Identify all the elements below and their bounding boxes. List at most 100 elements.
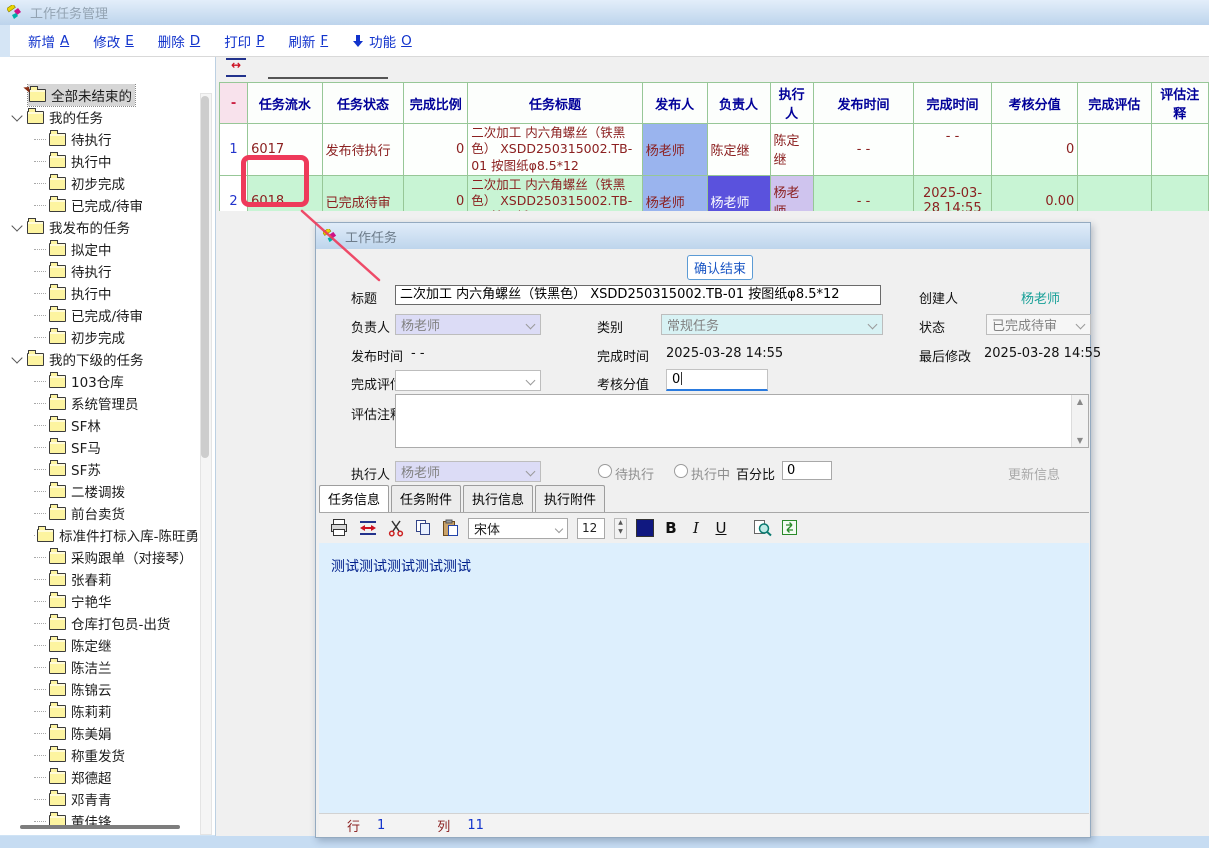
- tree-item[interactable]: 执行中: [2, 150, 202, 172]
- table-cell[interactable]: 杨老师: [707, 175, 770, 211]
- table-cell[interactable]: 2025-03-28 14:55: [914, 175, 992, 211]
- tab-task-info[interactable]: 任务信息: [319, 485, 389, 513]
- tree-item[interactable]: 103仓库: [2, 370, 202, 392]
- add-button[interactable]: 新增A: [28, 31, 69, 51]
- comment-textarea[interactable]: ▲ ▼: [395, 394, 1089, 448]
- tree-item[interactable]: 拟定中: [2, 238, 202, 260]
- textarea-scrollbar[interactable]: ▲ ▼: [1071, 395, 1088, 447]
- tree-item[interactable]: 邓青青: [2, 788, 202, 810]
- column-header[interactable]: 完成比例: [404, 83, 468, 124]
- tree-horizontal-scrollbar[interactable]: [6, 823, 198, 831]
- tree-item[interactable]: 仓库打包员-出货: [2, 612, 202, 634]
- italic-button[interactable]: I: [688, 519, 704, 537]
- title-input[interactable]: 二次加工 内六角螺丝（铁黑色） XSDD250315002.TB-01 按图纸φ…: [395, 285, 881, 305]
- bold-button[interactable]: B: [663, 519, 679, 537]
- table-cell[interactable]: 杨老师: [770, 175, 813, 211]
- scrollbar-thumb[interactable]: [201, 96, 209, 458]
- column-header[interactable]: 任务流水: [248, 83, 323, 124]
- step-up-icon[interactable]: ▲: [615, 519, 626, 529]
- scrollbar-thumb[interactable]: [20, 825, 180, 829]
- column-header[interactable]: 考核分值: [991, 83, 1077, 124]
- column-header[interactable]: 评估注释: [1151, 83, 1208, 124]
- scroll-down-icon[interactable]: ▼: [1072, 436, 1088, 445]
- table-cell[interactable]: 杨老师: [642, 124, 707, 176]
- cut-icon[interactable]: [387, 519, 405, 537]
- confirm-finish-button[interactable]: 确认结束: [687, 255, 753, 280]
- tree-item[interactable]: 待执行: [2, 128, 202, 150]
- tree-item[interactable]: 前台卖货: [2, 502, 202, 524]
- copy-icon[interactable]: [414, 519, 432, 537]
- tree-item[interactable]: 系统管理员: [2, 392, 202, 414]
- refresh-button[interactable]: 刷新F: [288, 31, 328, 51]
- running-radio[interactable]: [674, 464, 688, 478]
- table-cell[interactable]: [1151, 124, 1208, 176]
- tree-item[interactable]: 宁艳华: [2, 590, 202, 612]
- print-icon[interactable]: [329, 519, 349, 537]
- tree-item[interactable]: 我发布的任务: [2, 216, 202, 238]
- table-cell[interactable]: 杨老师: [642, 175, 707, 211]
- step-down-icon[interactable]: ▼: [615, 528, 626, 538]
- tree-item[interactable]: 郑德超: [2, 766, 202, 788]
- table-cell[interactable]: 0.00: [991, 175, 1077, 211]
- column-header[interactable]: 任务状态: [322, 83, 404, 124]
- chevron-down-icon[interactable]: [8, 354, 26, 365]
- table-cell[interactable]: 二次加工 内六角螺丝（铁黑色） XSDD250315002.TB-01 按图纸φ…: [468, 175, 643, 211]
- font-size-input[interactable]: 12: [577, 518, 605, 539]
- font-family-combobox[interactable]: 宋体: [468, 518, 568, 539]
- preview-search-icon[interactable]: [752, 519, 772, 537]
- table-cell[interactable]: 陈定继: [770, 124, 813, 176]
- update-info-button[interactable]: 更新信息: [1008, 464, 1060, 483]
- table-cell[interactable]: 0: [991, 124, 1077, 176]
- column-header[interactable]: 负责人: [707, 83, 770, 124]
- column-header[interactable]: 发布时间: [813, 83, 913, 124]
- tree-item[interactable]: SF马: [2, 436, 202, 458]
- score-input[interactable]: 0: [666, 369, 768, 391]
- task-content-editor[interactable]: 测试测试测试测试测试: [319, 543, 1089, 813]
- status-combobox[interactable]: 已完成待审: [986, 314, 1091, 335]
- print-button[interactable]: 打印P: [224, 31, 264, 51]
- tree-item[interactable]: 陈洁兰: [2, 656, 202, 678]
- table-cell[interactable]: [1078, 124, 1151, 176]
- underline-button[interactable]: U: [713, 519, 729, 537]
- table-cell[interactable]: [1078, 175, 1151, 211]
- evaluation-combobox[interactable]: [395, 370, 541, 391]
- tree-item[interactable]: 采购跟单（对接琴）: [2, 546, 202, 568]
- tree-vertical-scrollbar[interactable]: [200, 93, 212, 835]
- tree-item[interactable]: 陈锦云: [2, 678, 202, 700]
- column-header[interactable]: 执行人: [770, 83, 813, 124]
- margin-arrows-icon[interactable]: [358, 520, 378, 536]
- chevron-down-icon[interactable]: [8, 112, 26, 123]
- pending-radio[interactable]: [598, 464, 612, 478]
- scroll-up-icon[interactable]: ▲: [1072, 397, 1088, 406]
- column-header[interactable]: 完成评估: [1078, 83, 1151, 124]
- tree-item[interactable]: 我的下级的任务: [2, 348, 202, 370]
- tree-item[interactable]: 初步完成: [2, 326, 202, 348]
- tree-item[interactable]: 待执行: [2, 260, 202, 282]
- tree-item[interactable]: 已完成/待审: [2, 304, 202, 326]
- tree-item[interactable]: 我的任务: [2, 106, 202, 128]
- tree-item[interactable]: 执行中: [2, 282, 202, 304]
- column-header[interactable]: 发布人: [642, 83, 707, 124]
- table-cell[interactable]: 二次加工 内六角螺丝（铁黑色） XSDD250315002.TB-01 按图纸φ…: [468, 124, 643, 176]
- tree-item[interactable]: SF林: [2, 414, 202, 436]
- table-cell[interactable]: - -: [914, 124, 992, 176]
- chevron-down-icon[interactable]: [8, 222, 26, 233]
- table-cell[interactable]: - -: [813, 124, 913, 176]
- category-combobox[interactable]: 常规任务: [661, 314, 883, 335]
- tree-item[interactable]: 初步完成: [2, 172, 202, 194]
- column-header[interactable]: -: [220, 83, 248, 124]
- font-color-swatch[interactable]: [636, 519, 654, 537]
- tree-item[interactable]: 陈美娟: [2, 722, 202, 744]
- tree-item[interactable]: 陈定继: [2, 634, 202, 656]
- edit-button[interactable]: 修改E: [93, 31, 134, 51]
- table-cell[interactable]: 陈定继: [707, 124, 770, 176]
- column-resize-icon[interactable]: ↔: [226, 58, 246, 77]
- tree-item[interactable]: 二楼调拨: [2, 480, 202, 502]
- tree-item[interactable]: 张春莉: [2, 568, 202, 590]
- tree-item[interactable]: 全部未结束的: [2, 84, 202, 106]
- function-menu-button[interactable]: 功能O: [352, 31, 412, 51]
- column-header[interactable]: 任务标题: [468, 83, 643, 124]
- delete-button[interactable]: 删除D: [158, 31, 200, 51]
- table-cell[interactable]: 发布待执行: [322, 124, 404, 176]
- font-size-stepper[interactable]: ▲▼: [614, 518, 627, 539]
